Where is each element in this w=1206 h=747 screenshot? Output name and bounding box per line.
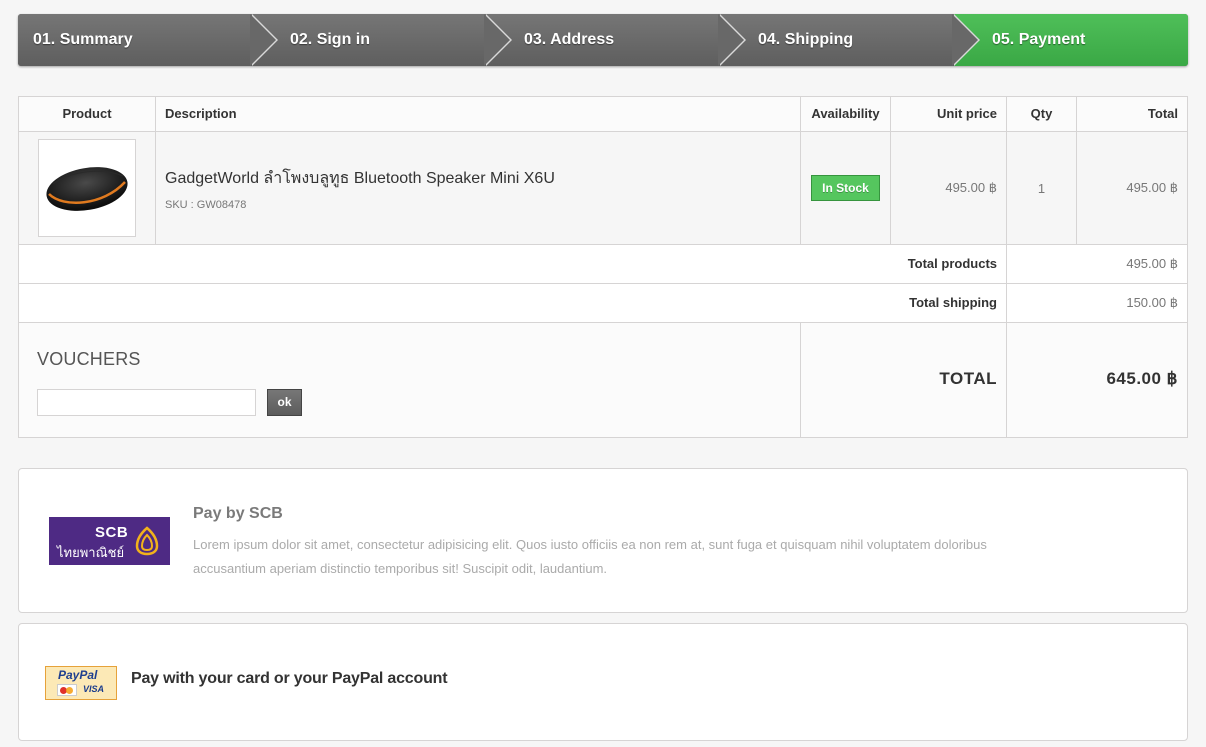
scb-payment-description: Lorem ipsum dolor sit amet, consectetur … bbox=[193, 537, 987, 576]
header-unit-price: Unit price bbox=[891, 97, 1007, 131]
grand-total-value: 645.00 ฿ bbox=[1106, 369, 1178, 388]
header-product: Product bbox=[19, 97, 156, 131]
total-products-label: Total products bbox=[19, 245, 1007, 283]
step-arrow bbox=[718, 14, 746, 66]
visa-icon: VISA bbox=[83, 684, 105, 694]
product-image-cell bbox=[19, 132, 156, 244]
paypal-logo-text: PayPal bbox=[58, 668, 98, 682]
header-description: Description bbox=[156, 97, 801, 131]
product-image[interactable] bbox=[38, 139, 136, 237]
voucher-ok-button[interactable]: ok bbox=[267, 389, 302, 416]
voucher-code-input[interactable] bbox=[37, 389, 256, 416]
quantity: 1 bbox=[1007, 132, 1077, 244]
speaker-product-image bbox=[46, 167, 128, 211]
in-stock-badge: In Stock bbox=[811, 175, 880, 201]
cart-summary-table: Product Description Availability Unit pr… bbox=[18, 96, 1188, 438]
scb-emblem-icon bbox=[135, 526, 159, 556]
step-payment-label: 05. Payment bbox=[992, 31, 1086, 48]
scb-logo-text: SCB bbox=[95, 524, 129, 541]
header-availability: Availability bbox=[801, 97, 891, 131]
line-total: 495.00 ฿ bbox=[1126, 180, 1178, 195]
step-address-label: 03. Address bbox=[524, 31, 615, 48]
checkout-steps: 01. Summary 02. Sign in 03. Address 04. … bbox=[18, 14, 1188, 66]
header-total: Total bbox=[1147, 106, 1178, 121]
grand-total-label: TOTAL bbox=[801, 323, 1007, 437]
step-address[interactable]: 03. Address bbox=[486, 14, 746, 66]
vouchers-title: VOUCHERS bbox=[37, 349, 141, 369]
payment-option-scb[interactable]: SCB ไทยพาณิชย์ Pay by SCB Lorem ipsum do… bbox=[18, 468, 1188, 613]
step-arrow bbox=[952, 14, 980, 66]
mastercard-icon bbox=[57, 684, 77, 696]
total-shipping-label: Total shipping bbox=[19, 284, 1007, 322]
vouchers-section: VOUCHERS ok bbox=[19, 323, 801, 437]
paypal-logo: PayPal VISA bbox=[45, 666, 117, 700]
step-summary[interactable]: 01. Summary bbox=[18, 14, 278, 66]
total-shipping-value: 150.00 ฿ bbox=[1126, 295, 1178, 310]
availability-cell: In Stock bbox=[801, 132, 891, 244]
total-shipping-row: Total shipping 150.00 ฿ bbox=[19, 284, 1187, 323]
step-summary-label: 01. Summary bbox=[33, 31, 133, 48]
unit-price: 495.00 ฿ bbox=[891, 132, 1007, 244]
voucher-form: ok bbox=[37, 389, 800, 416]
step-sign-in[interactable]: 02. Sign in bbox=[252, 14, 512, 66]
table-header: Product Description Availability Unit pr… bbox=[19, 97, 1187, 132]
step-arrow bbox=[484, 14, 512, 66]
header-qty: Qty bbox=[1007, 97, 1077, 131]
payment-option-paypal[interactable]: PayPal VISA Pay with your card or your P… bbox=[18, 623, 1188, 741]
step-shipping-label: 04. Shipping bbox=[758, 31, 854, 48]
total-products-row: Total products 495.00 ฿ bbox=[19, 245, 1187, 284]
step-payment: 05. Payment bbox=[954, 14, 1188, 66]
scb-logo: SCB ไทยพาณิชย์ bbox=[49, 517, 170, 565]
vouchers-total-row: VOUCHERS ok TOTAL 645.00 ฿ bbox=[19, 323, 1187, 437]
step-shipping[interactable]: 04. Shipping bbox=[720, 14, 980, 66]
paypal-payment-title[interactable]: Pay with your card or your PayPal accoun… bbox=[131, 670, 448, 688]
product-name[interactable]: GadgetWorld ลำโพงบลูทูธ Bluetooth Speake… bbox=[165, 166, 555, 191]
product-description-cell: GadgetWorld ลำโพงบลูทูธ Bluetooth Speake… bbox=[156, 132, 801, 244]
step-arrow bbox=[250, 14, 278, 66]
scb-payment-title[interactable]: Pay by SCB bbox=[193, 505, 283, 523]
step-sign-in-label: 02. Sign in bbox=[290, 31, 371, 48]
scb-logo-thai-text: ไทยพาณิชย์ bbox=[57, 545, 125, 560]
product-sku: SKU : GW08478 bbox=[165, 198, 247, 211]
total-products-value: 495.00 ฿ bbox=[1126, 256, 1178, 271]
table-row: GadgetWorld ลำโพงบลูทูธ Bluetooth Speake… bbox=[19, 132, 1187, 245]
